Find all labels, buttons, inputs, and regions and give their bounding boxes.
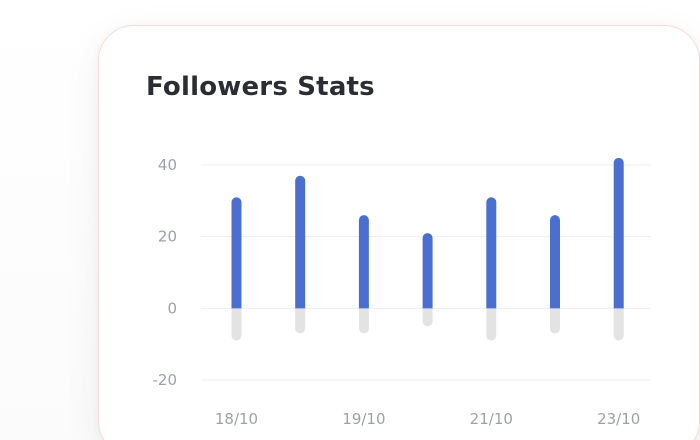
positive-bar bbox=[295, 175, 306, 309]
x-tick-label: 19/10 bbox=[342, 410, 385, 428]
negative-bar bbox=[295, 308, 306, 334]
positive-bar bbox=[486, 197, 497, 309]
page: Followers Stats 40 20 0 -20 18/10 19/10 21/10 2… bbox=[0, 0, 700, 440]
negative-bar bbox=[613, 308, 624, 341]
positive-bar bbox=[613, 157, 624, 309]
negative-bar bbox=[231, 308, 242, 341]
positive-bar bbox=[358, 215, 369, 309]
y-tick-label: 0 bbox=[167, 299, 177, 317]
y-tick-label: 40 bbox=[158, 156, 177, 174]
negative-bar bbox=[550, 308, 560, 334]
positive-bar bbox=[231, 197, 242, 309]
followers-bar-chart: 40 20 0 -20 18/10 19/10 21/10 23/10 bbox=[153, 156, 651, 428]
negative-bar bbox=[358, 308, 369, 334]
x-tick-label: 23/10 bbox=[597, 410, 640, 428]
x-tick-label: 21/10 bbox=[470, 410, 513, 428]
negative-bar bbox=[486, 308, 497, 341]
positive-bar bbox=[550, 215, 560, 309]
followers-stats-card: Followers Stats 40 20 0 -20 18/10 19/10 21/10 2… bbox=[98, 25, 700, 440]
negative-bar bbox=[422, 308, 433, 327]
x-tick-label: 18/10 bbox=[215, 410, 258, 428]
y-tick-label: 20 bbox=[158, 228, 177, 246]
positive-bar bbox=[422, 233, 433, 309]
y-tick-label: -20 bbox=[153, 371, 178, 389]
